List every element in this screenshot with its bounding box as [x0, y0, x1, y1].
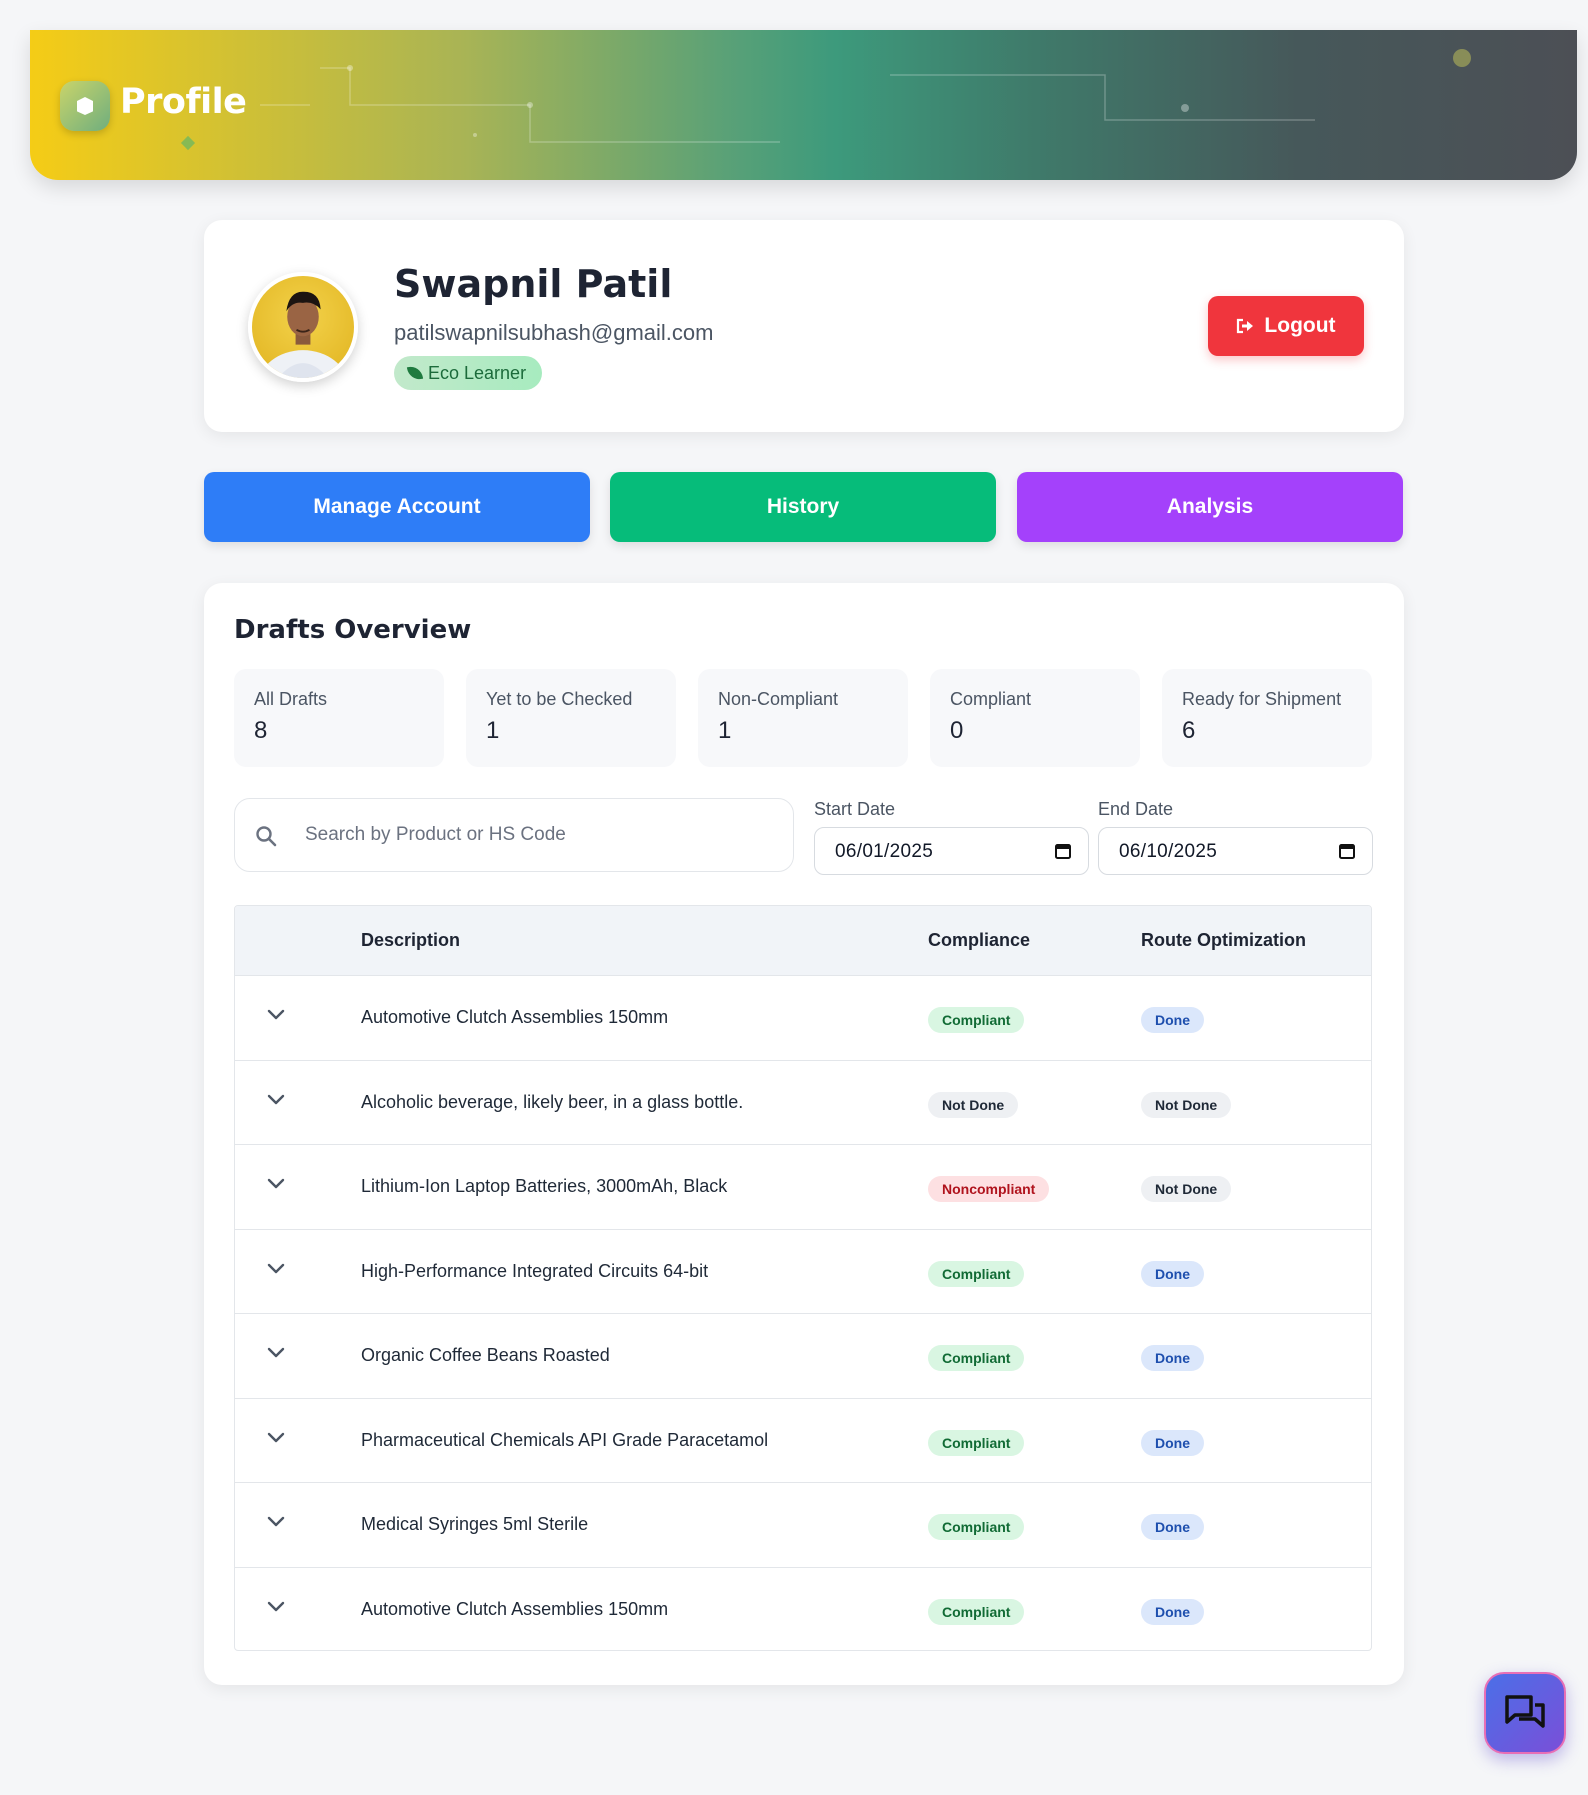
stat-non-compliant[interactable]: Non-Compliant 1: [698, 669, 908, 767]
search-input[interactable]: [305, 817, 775, 853]
table-header: Description Compliance Route Optimizatio…: [235, 906, 1371, 976]
stat-value: 1: [718, 717, 732, 744]
route-status-badge: Not Done: [1141, 1176, 1232, 1202]
search-icon: [256, 826, 277, 847]
badge-label: Eco Learner: [428, 362, 527, 383]
chevron-down-icon[interactable]: [267, 1347, 285, 1359]
start-date-label: Start Date: [814, 799, 896, 819]
end-date-value: 06/10/2025: [1119, 841, 1218, 862]
stat-yet-to-be-checked[interactable]: Yet to be Checked 1: [466, 669, 676, 767]
row-description: Pharmaceutical Chemicals API Grade Parac…: [361, 1429, 769, 1450]
table-row[interactable]: Alcoholic beverage, likely beer, in a gl…: [235, 1061, 1371, 1145]
row-description: Lithium-Ion Laptop Batteries, 3000mAh, B…: [361, 1176, 728, 1196]
calendar-icon[interactable]: [1338, 842, 1356, 860]
table-row[interactable]: Automotive Clutch Assemblies 150mm Compli…: [235, 976, 1371, 1061]
profile-email: patilswapnilsubhash@gmail.com: [394, 320, 714, 345]
row-description: High-Performance Integrated Circuits 64-…: [361, 1260, 709, 1281]
route-status-badge: Done: [1141, 1345, 1204, 1371]
table-row[interactable]: Medical Syringes 5ml Sterile Compliant Don…: [235, 1483, 1371, 1568]
stat-all-drafts[interactable]: All Drafts 8: [234, 669, 444, 767]
table-row[interactable]: Pharmaceutical Chemicals API Grade Parac…: [235, 1399, 1371, 1483]
table-row[interactable]: Automotive Clutch Assemblies 150mm Compli…: [235, 1568, 1371, 1651]
row-description: Automotive Clutch Assemblies 150mm: [361, 1007, 669, 1027]
chevron-down-icon[interactable]: [267, 1432, 285, 1444]
compliance-status-badge: Compliant: [928, 1598, 1025, 1625]
stat-compliant[interactable]: Compliant 0: [930, 669, 1140, 767]
chat-button[interactable]: [1484, 1672, 1566, 1754]
table-row[interactable]: High-Performance Integrated Circuits 64-…: [235, 1230, 1371, 1314]
drafts-title: Drafts Overview: [234, 615, 472, 645]
chevron-down-icon[interactable]: [267, 1263, 285, 1275]
analysis-button[interactable]: Analysis: [1017, 472, 1403, 542]
profile-card: Swapnil Patil patilswapnilsubhash@gmail.…: [204, 220, 1404, 432]
row-description: Medical Syringes 5ml Sterile: [361, 1514, 589, 1534]
route-status-badge: Done: [1141, 1260, 1204, 1287]
chevron-down-icon[interactable]: [267, 1178, 285, 1190]
stat-value: 8: [254, 717, 268, 744]
stat-value: 6: [1182, 717, 1196, 744]
manage-account-button[interactable]: Manage Account: [204, 472, 590, 542]
route-status-badge: Done: [1141, 1429, 1204, 1456]
start-date-value: 06/01/2025: [835, 841, 934, 862]
chevron-down-icon[interactable]: [267, 1094, 285, 1106]
column-description: Description: [361, 930, 461, 950]
end-date-label: End Date: [1098, 799, 1174, 819]
calendar-icon[interactable]: [1054, 842, 1072, 860]
compliance-status-badge: Compliant: [928, 1260, 1025, 1287]
sign-out-icon: [1236, 318, 1254, 334]
stat-label: Ready for Shipment: [1182, 689, 1342, 709]
logout-button[interactable]: Logout: [1208, 296, 1364, 356]
column-compliance: Compliance: [928, 930, 1031, 950]
route-status-badge: Done: [1141, 1514, 1204, 1540]
drafts-table: Description Compliance Route Optimizatio…: [234, 905, 1372, 1651]
header-banner: Profile: [30, 30, 1577, 180]
shield-logo-icon: [60, 81, 110, 131]
stat-label: Yet to be Checked: [486, 689, 633, 709]
stat-label: All Drafts: [254, 689, 328, 709]
compliance-status-badge: Compliant: [928, 1514, 1025, 1540]
leaf-icon: [406, 364, 424, 382]
row-description: Alcoholic beverage, likely beer, in a gl…: [361, 1091, 744, 1112]
chevron-down-icon[interactable]: [267, 1009, 285, 1021]
compliance-status-badge: Noncompliant: [928, 1176, 1050, 1202]
stat-ready-for-shipment[interactable]: Ready for Shipment 6: [1162, 669, 1372, 767]
chevron-down-icon[interactable]: [267, 1516, 285, 1528]
logout-label: Logout: [1264, 314, 1336, 337]
eco-learner-badge: Eco Learner: [394, 356, 543, 390]
compliance-status-badge: Compliant: [928, 1429, 1025, 1456]
compliance-status-badge: Compliant: [928, 1345, 1025, 1371]
drafts-overview-card: Drafts Overview All Drafts 8 Yet to be C…: [204, 583, 1404, 1685]
stat-value: 1: [486, 717, 500, 744]
table-row[interactable]: Lithium-Ion Laptop Batteries, 3000mAh, B…: [235, 1145, 1371, 1230]
row-description: Automotive Clutch Assemblies 150mm: [361, 1598, 669, 1619]
start-date-field[interactable]: 06/01/2025: [814, 827, 1089, 875]
compliance-status-badge: Not Done: [928, 1091, 1019, 1118]
table-row[interactable]: Organic Coffee Beans Roasted Compliant Don…: [235, 1314, 1371, 1399]
history-button[interactable]: History: [610, 472, 996, 542]
page-title: Profile: [120, 82, 247, 122]
chat-bubbles-icon: [1505, 1695, 1545, 1728]
route-status-badge: Done: [1141, 1598, 1204, 1625]
avatar: [248, 272, 358, 382]
route-status-badge: Done: [1141, 1007, 1204, 1033]
compliance-status-badge: Compliant: [928, 1007, 1025, 1033]
end-date-field[interactable]: 06/10/2025: [1098, 827, 1373, 875]
stat-label: Compliant: [950, 689, 1032, 709]
row-description: Organic Coffee Beans Roasted: [361, 1345, 610, 1365]
stat-label: Non-Compliant: [718, 689, 839, 709]
circuit-decoration: [180, 49, 1471, 151]
chevron-down-icon[interactable]: [267, 1601, 285, 1613]
stat-value: 0: [950, 717, 964, 744]
profile-name: Swapnil Patil: [394, 262, 673, 306]
column-route-optimization: Route Optimization: [1141, 930, 1306, 950]
search-box: [234, 798, 794, 872]
route-status-badge: Not Done: [1141, 1091, 1232, 1118]
